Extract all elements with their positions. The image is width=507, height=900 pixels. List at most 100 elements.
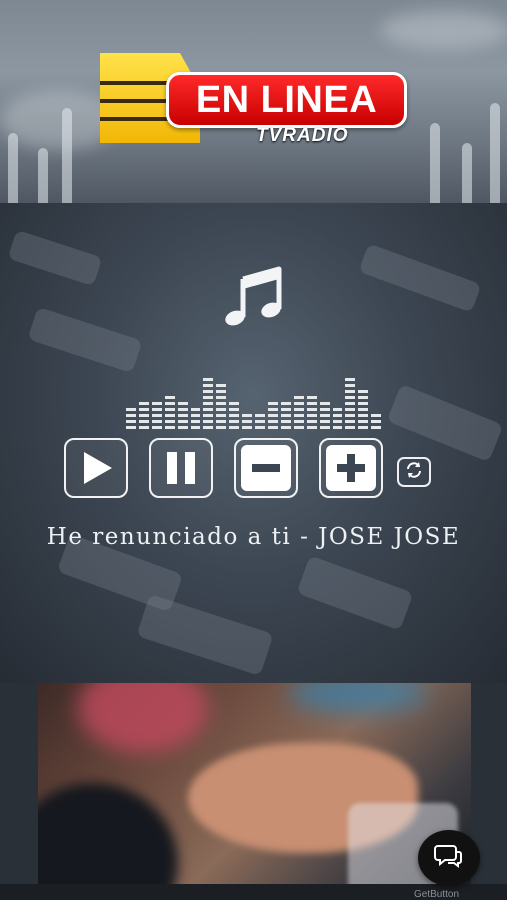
logo-title: EN LINEA [195,78,378,121]
equalizer-bar [319,402,330,429]
equalizer-segment [255,414,265,417]
equalizer-segment [371,414,382,417]
play-button[interactable] [64,438,128,498]
equalizer-segment [267,408,278,411]
equalizer-segment [345,426,356,429]
equalizer-segment [345,384,356,387]
equalizer-segment [345,402,356,405]
equalizer-segment [358,390,369,393]
equalizer-segment [306,408,317,411]
equalizer-segment [306,426,317,429]
equalizer-segment [164,426,175,429]
station-logo: EN LINEA TVRADIO [100,53,410,149]
equalizer-segment [138,426,149,429]
equalizer-segment [332,426,343,429]
equalizer-segment [138,402,149,405]
equalizer-segment [126,420,136,423]
equalizer-bar [138,402,149,429]
equalizer-segment [242,414,253,417]
equalizer-segment [203,402,214,405]
equalizer-segment [164,408,175,411]
volume-down-button[interactable] [234,438,298,498]
equalizer-segment [177,408,188,411]
equalizer-segment [371,426,382,429]
equalizer-bar [293,396,304,429]
getbutton-label: GetButton [414,889,460,900]
radio-player: He renunciado a ti - JOSE JOSE [0,203,507,683]
equalizer-segment [345,414,356,417]
equalizer-segment [293,420,304,423]
now-playing-title: He renunciado a ti - JOSE JOSE [46,524,461,550]
equalizer-segment [216,408,227,411]
pause-button[interactable] [149,438,213,498]
equalizer-segment [371,420,382,423]
equalizer-segment [216,384,227,387]
equalizer-segment [229,414,240,417]
equalizer-segment [293,426,304,429]
equalizer-segment [332,408,343,411]
logo-title-pill: EN LINEA [166,72,407,128]
equalizer-bar [190,408,201,429]
equalizer-segment [306,414,317,417]
equalizer-segment [164,402,175,405]
equalizer-segment [358,420,369,423]
equalizer-segment [242,420,253,423]
equalizer-segment [177,414,188,417]
equalizer-bar [371,414,382,429]
equalizer-segment [319,402,330,405]
equalizer-bar [267,402,278,429]
equalizer-segment [164,396,175,399]
equalizer-segment [164,420,175,423]
equalizer-segment [203,384,214,387]
minus-icon [241,445,291,491]
video-thumbnail[interactable] [38,683,471,900]
equalizer-segment [345,390,356,393]
equalizer-segment [177,426,188,429]
chat-button[interactable] [418,830,480,886]
equalizer-segment [190,426,201,429]
volume-up-button[interactable] [319,438,383,498]
refresh-button[interactable] [397,457,431,487]
equalizer-segment [203,414,214,417]
equalizer-bar [332,408,343,429]
equalizer-segment [151,402,162,405]
equalizer-segment [216,396,227,399]
equalizer-segment [151,408,162,411]
equalizer-segment [203,408,214,411]
equalizer-segment [216,420,227,423]
equalizer-segment [358,396,369,399]
equalizer-segment [126,426,136,429]
plus-icon [326,445,376,491]
equalizer-segment [138,420,149,423]
equalizer-segment [358,426,369,429]
equalizer-segment [255,420,265,423]
refresh-icon [405,461,423,483]
equalizer-segment [255,426,265,429]
pause-icon [156,445,206,491]
equalizer-segment [319,408,330,411]
equalizer-segment [267,402,278,405]
equalizer-segment [216,426,227,429]
equalizer-segment [306,396,317,399]
equalizer-bar [177,402,188,429]
equalizer-bar [151,402,162,429]
equalizer-segment [293,396,304,399]
equalizer-segment [151,414,162,417]
equalizer-segment [177,420,188,423]
equalizer-segment [345,420,356,423]
equalizer-bar [280,402,291,429]
playback-controls [64,438,431,498]
equalizer-segment [319,426,330,429]
equalizer-segment [345,378,356,381]
equalizer-segment [332,414,343,417]
equalizer-segment [358,408,369,411]
equalizer-bar [216,384,227,429]
equalizer-segment [203,420,214,423]
equalizer-segment [319,414,330,417]
equalizer-segment [280,426,291,429]
equalizer-bar [126,408,136,429]
equalizer-segment [280,408,291,411]
equalizer-segment [267,420,278,423]
equalizer-visualizer [126,373,382,429]
equalizer-bar [255,414,265,429]
